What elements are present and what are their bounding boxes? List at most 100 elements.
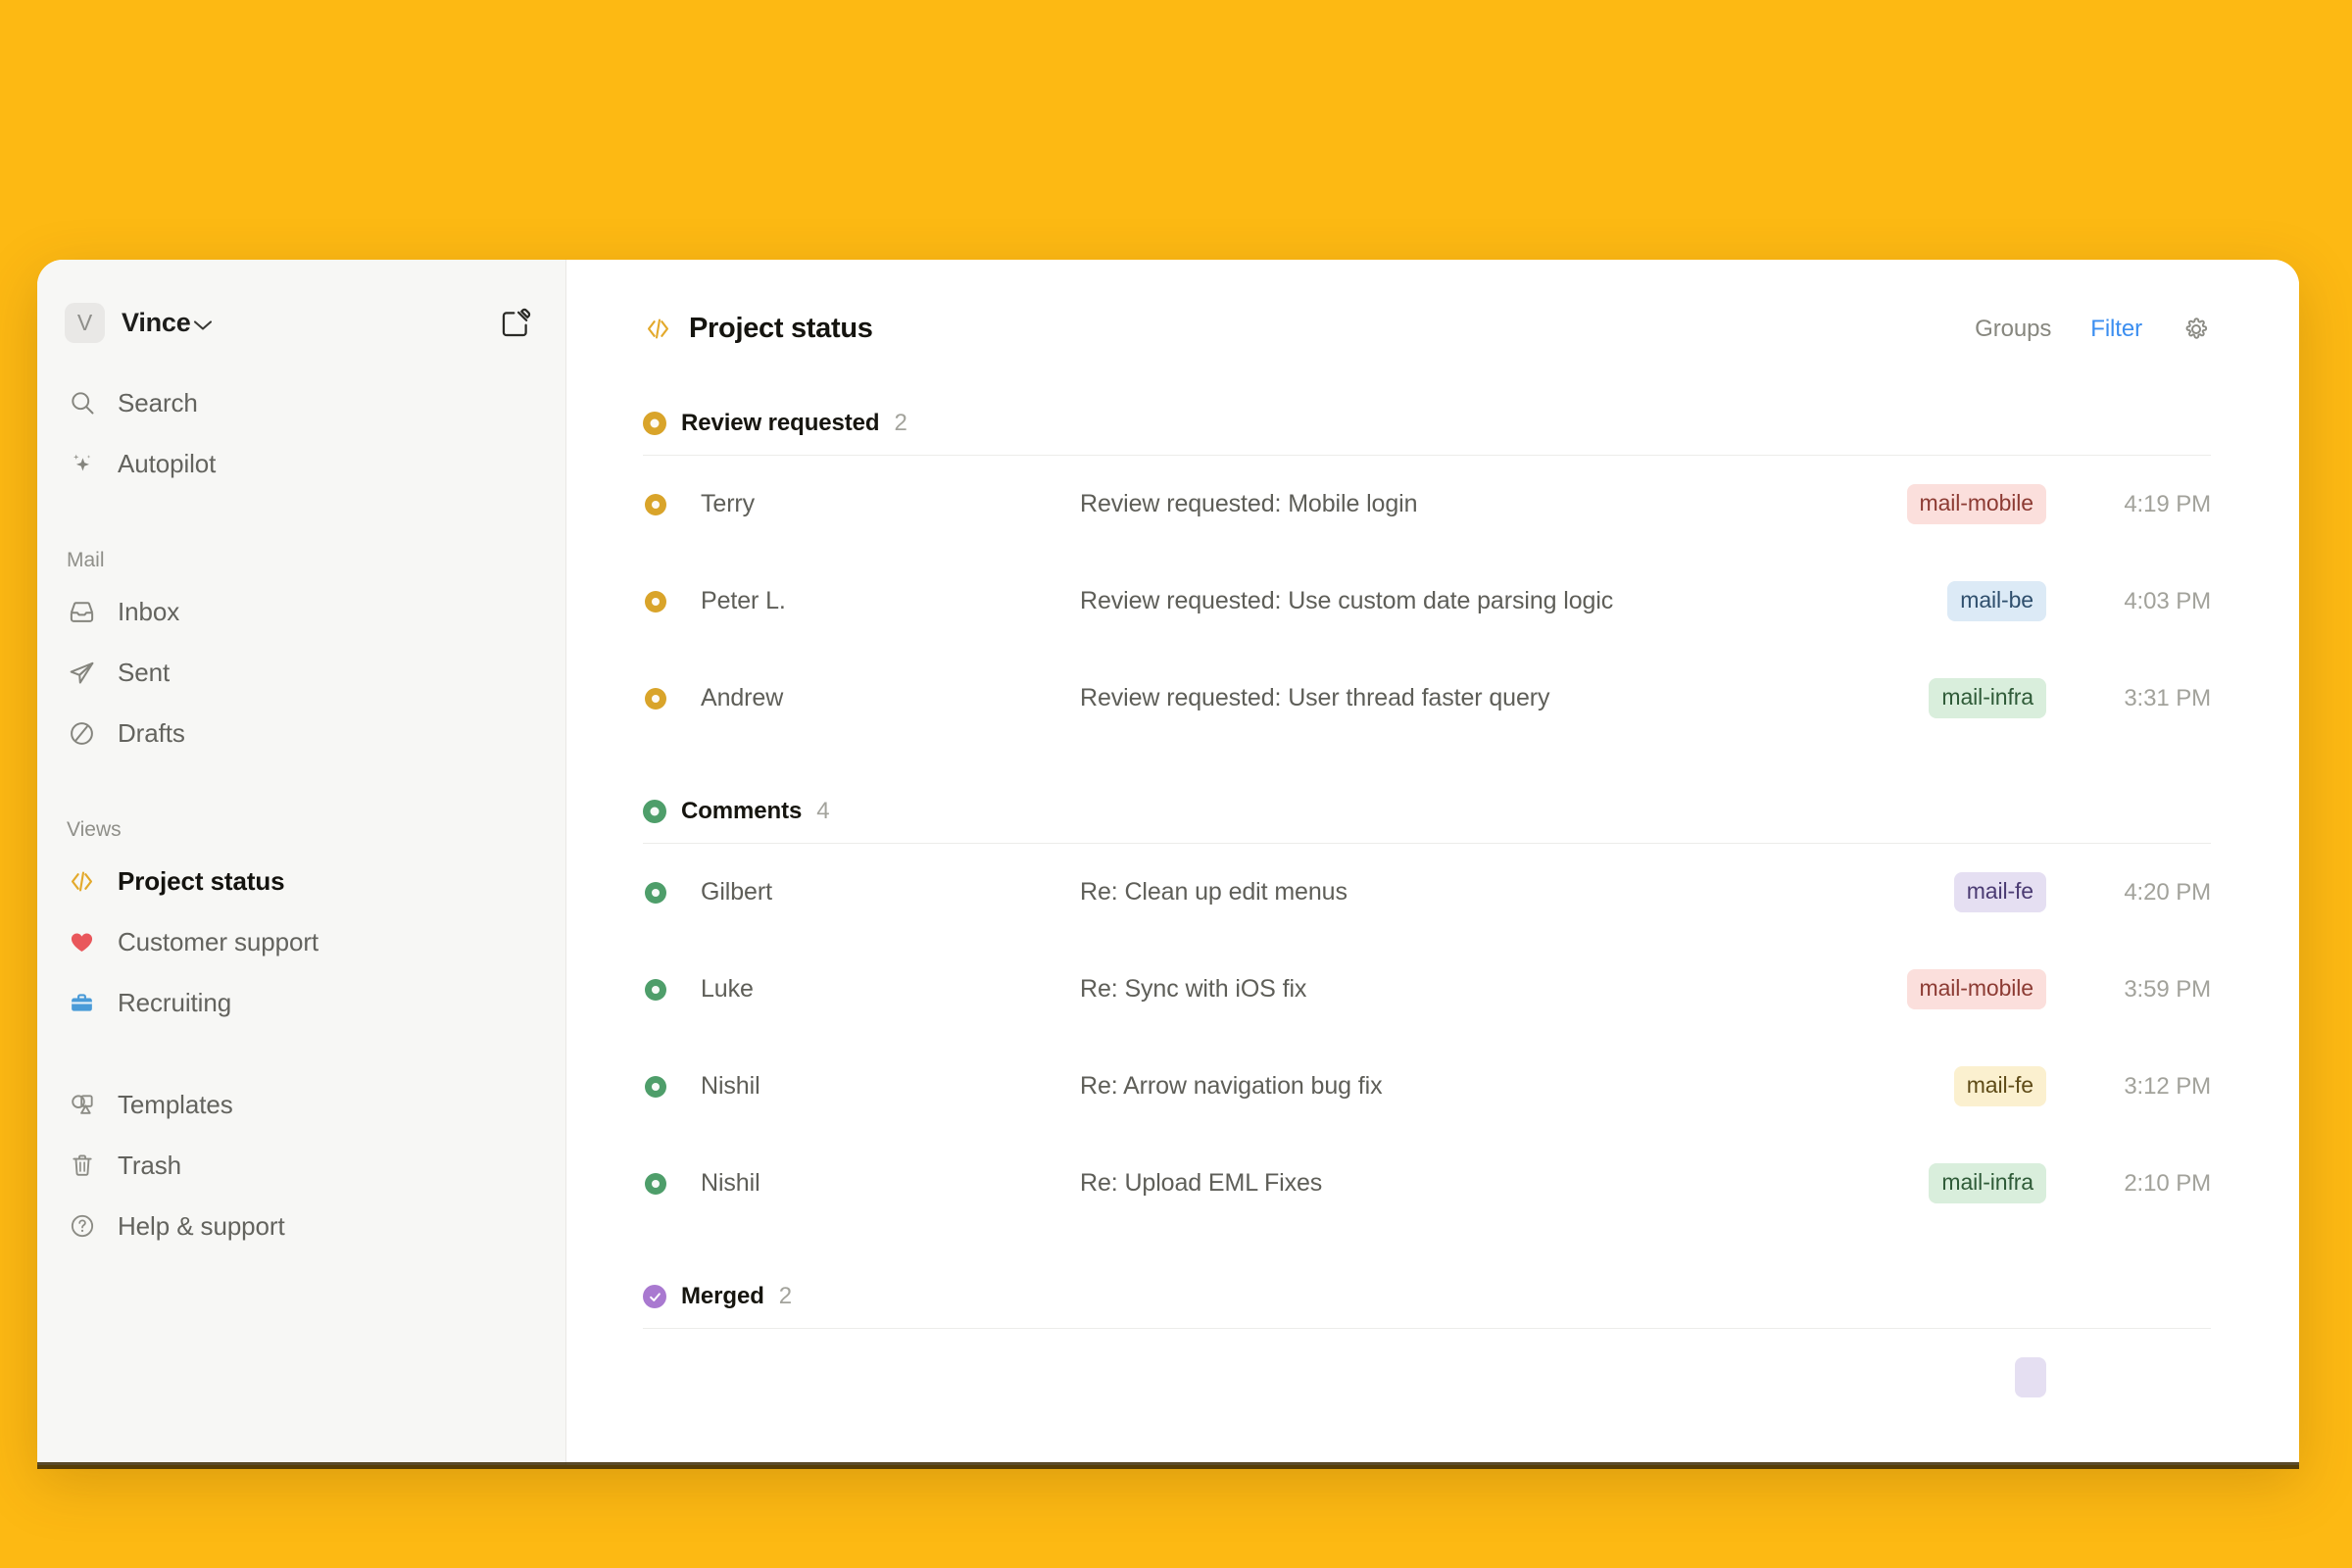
row-badge-cell: mail-be [1750,581,2074,621]
row-badge-cell: mail-mobile [1750,969,2074,1009]
account-name-text: Vince [122,308,191,337]
sparkle-icon [67,449,97,479]
sidebar-item-project-status[interactable]: Project status [37,851,565,911]
sidebar-item-templates[interactable]: Templates [37,1074,565,1135]
table-row[interactable]: Terry Review requested: Mobile login mai… [643,456,2211,553]
avatar: V [65,303,105,343]
group-count: 2 [779,1283,792,1310]
account-switcher[interactable]: V Vince [65,303,213,343]
inbox-icon [67,597,97,627]
page-title: Project status [643,313,873,345]
main-content: Project status Groups Filter Review requ… [566,260,2299,1465]
row-subject: Review requested: Use custom date parsin… [1080,587,1750,615]
sidebar-item-label: Customer support [118,927,318,957]
code-icon [67,866,97,897]
window-bottom-edge [37,1462,2299,1469]
status-dot-icon [643,800,666,823]
table-row[interactable]: Nishil Re: Arrow navigation bug fix mail… [643,1038,2211,1135]
spacer [37,494,565,549]
status-badge[interactable]: mail-be [1947,581,2046,621]
send-icon [67,658,97,688]
main-header: Project status Groups Filter [643,260,2211,355]
header-actions: Groups Filter [1975,315,2211,344]
row-badge-cell: mail-infra [1750,1163,2074,1203]
row-sender: Peter L. [668,587,1080,615]
status-badge[interactable]: mail-infra [1929,678,2046,718]
sidebar-item-search[interactable]: Search [37,372,565,433]
sidebar-item-customer-support[interactable]: Customer support [37,911,565,972]
account-name: Vince [122,308,213,338]
table-row[interactable]: Gilbert Re: Clean up edit menus mail-fe … [643,844,2211,941]
search-icon [67,388,97,418]
gear-icon[interactable] [2181,315,2211,344]
sidebar-item-inbox[interactable]: Inbox [37,581,565,642]
sidebar-item-label: Trash [118,1151,181,1181]
sidebar-item-label: Recruiting [118,988,231,1018]
group-merged: Merged 2 [643,1283,2211,1426]
row-status-dot [643,1173,668,1195]
status-badge[interactable]: mail-infra [1929,1163,2046,1203]
sidebar: V Vince Search [37,260,566,1465]
briefcase-icon [67,988,97,1018]
spacer [37,1033,565,1074]
code-icon [643,314,673,344]
sidebar-item-label: Help & support [118,1211,285,1242]
sidebar-item-help-support[interactable]: Help & support [37,1196,565,1256]
sidebar-item-drafts[interactable]: Drafts [37,703,565,763]
status-badge[interactable]: mail-fe [1954,872,2046,912]
group-comments: Comments 4 Gilbert Re: Clean up edit men… [643,798,2211,1232]
page-title-text: Project status [689,313,873,345]
row-sender: Andrew [668,684,1080,712]
row-subject: Review requested: User thread faster que… [1080,684,1750,712]
filter-button[interactable]: Filter [2090,316,2142,343]
row-sender: Gilbert [668,878,1080,906]
row-badge-cell [1750,1357,2074,1397]
compose-icon[interactable] [499,307,532,340]
status-badge[interactable]: mail-mobile [1907,484,2046,524]
sidebar-item-sent[interactable]: Sent [37,642,565,703]
row-time: 2:10 PM [2074,1170,2211,1198]
trash-icon [67,1151,97,1181]
heart-icon [67,927,97,957]
app-window: V Vince Search [37,260,2299,1465]
row-badge-cell: mail-infra [1750,678,2074,718]
sidebar-item-label: Inbox [118,597,179,627]
sidebar-item-label: Project status [118,866,285,897]
sidebar-item-trash[interactable]: Trash [37,1135,565,1196]
table-row[interactable]: Luke Re: Sync with iOS fix mail-mobile 3… [643,941,2211,1038]
status-badge[interactable]: mail-fe [1954,1066,2046,1106]
row-sender: Luke [668,975,1080,1004]
table-row[interactable]: Andrew Review requested: User thread fas… [643,650,2211,747]
row-sender: Nishil [668,1169,1080,1198]
sidebar-mail-section: Mail Inbox Sent [37,549,565,763]
row-sender: Nishil [668,1072,1080,1101]
status-badge[interactable]: mail-mobile [1907,969,2046,1009]
row-badge-cell: mail-fe [1750,872,2074,912]
group-header[interactable]: Review requested 2 [643,410,2211,455]
table-row[interactable]: Nishil Re: Upload EML Fixes mail-infra 2… [643,1135,2211,1232]
sidebar-item-recruiting[interactable]: Recruiting [37,972,565,1033]
table-row[interactable] [643,1329,2211,1426]
group-name: Comments [681,798,802,825]
table-row[interactable]: Peter L. Review requested: Use custom da… [643,553,2211,650]
row-time: 3:12 PM [2074,1073,2211,1101]
group-count: 4 [816,798,829,825]
sidebar-header: V Vince [37,260,565,343]
group-header[interactable]: Merged 2 [643,1283,2211,1328]
sidebar-item-label: Sent [118,658,170,688]
sidebar-quick-items: Search Autopilot [37,372,565,494]
status-badge[interactable] [2015,1357,2046,1397]
groups-button[interactable]: Groups [1975,316,2051,343]
status-dot-icon [643,412,666,435]
chevron-down-icon [193,308,213,338]
row-time: 4:19 PM [2074,491,2211,518]
sidebar-group-title-mail: Mail [37,549,565,572]
group-header[interactable]: Comments 4 [643,798,2211,843]
row-time: 4:03 PM [2074,588,2211,615]
sidebar-item-autopilot[interactable]: Autopilot [37,433,565,494]
row-subject: Re: Clean up edit menus [1080,878,1750,906]
sidebar-footer-items: Templates Trash [37,1074,565,1256]
drafts-icon [67,718,97,749]
row-subject: Re: Arrow navigation bug fix [1080,1072,1750,1101]
row-status-dot [643,1076,668,1098]
